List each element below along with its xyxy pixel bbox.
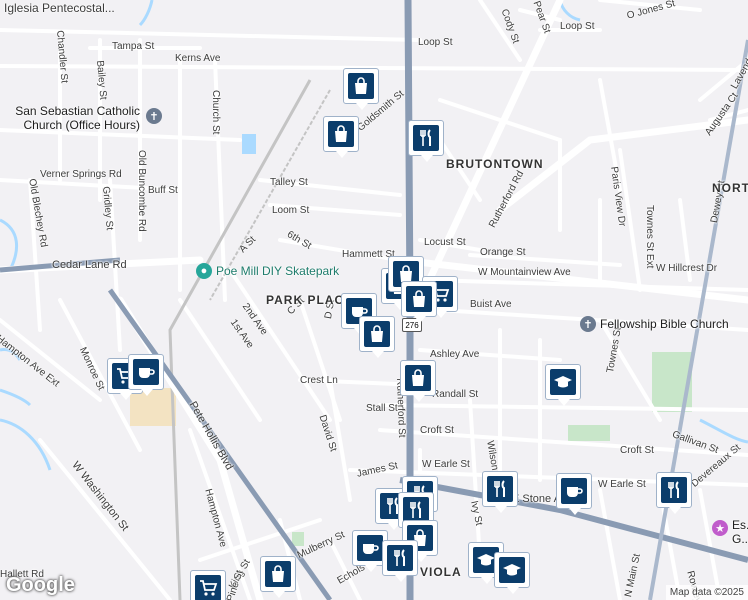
poi-label-fellowship[interactable]: Fellowship Bible Church [600, 318, 729, 330]
school-icon [477, 554, 495, 566]
street-label: W Earle St [598, 479, 646, 490]
area-label-viola: VIOLA [420, 565, 462, 579]
shopping-cart-icon [200, 580, 218, 596]
church-icon[interactable]: ✝ [580, 316, 596, 332]
street-label: Crest Ln [300, 375, 338, 386]
street-label: Tampa St [112, 41, 155, 52]
area-label-north: NORTH [712, 181, 748, 195]
street-label: Talley St [270, 177, 308, 188]
shopping-bag-marker[interactable] [400, 360, 436, 402]
street-label: Randall St [432, 389, 479, 400]
street-label: Locust St [424, 237, 466, 248]
poi-label-iglesia: Iglesia Pentecostal... [4, 1, 115, 15]
restaurant-marker[interactable] [408, 120, 444, 162]
shopping-bag-icon [272, 565, 284, 582]
shopping-bag-marker[interactable] [401, 281, 437, 323]
map-canvas[interactable]: Iglesia Pentecostal... Tampa St Kerns Av… [0, 0, 748, 600]
restaurant-icon [410, 501, 421, 518]
poi-label-san-sebastian[interactable]: San Sebastian Catholic Church (Office Ho… [0, 104, 140, 132]
shopping-bag-icon [413, 290, 425, 307]
street-label: Croft St [620, 445, 654, 456]
street-label: Townes St Ext [644, 205, 655, 269]
park-icon[interactable]: ● [196, 263, 212, 279]
street-label: Bailey St [94, 59, 109, 101]
street-label: W Hillcrest Dr [656, 263, 718, 274]
coffee-marker[interactable] [556, 473, 592, 515]
shopping-bag-marker[interactable] [260, 556, 296, 598]
poi-label-skatepark[interactable]: Poe Mill DIY Skatepark [216, 265, 339, 277]
street-label: Loom St [272, 205, 310, 216]
church-icon[interactable]: ✝ [146, 108, 162, 124]
shopping-bag-icon [412, 369, 424, 386]
street-label: Croft St [420, 425, 454, 436]
shopping-bag-marker[interactable] [343, 68, 379, 110]
shopping-bag-marker[interactable] [323, 116, 359, 158]
school-marker[interactable] [494, 552, 530, 594]
pond [242, 134, 256, 154]
school-icon [554, 376, 572, 388]
street-label: Stall St [366, 403, 398, 414]
restaurant-icon [394, 549, 405, 566]
street-label: Cedar Lane Rd [52, 259, 127, 271]
street-label: Buff St [148, 185, 178, 196]
poi-pink-icon[interactable]: ★ [712, 520, 728, 536]
shopping-cart-marker[interactable] [190, 570, 226, 600]
school-marker[interactable] [545, 364, 581, 406]
park-area [568, 425, 610, 441]
restaurant-marker[interactable] [382, 540, 418, 582]
restaurant-icon [668, 481, 679, 498]
street-label: W Mountainview Ave [478, 267, 571, 278]
street-label: Ashley Ave [430, 349, 480, 360]
street-label: Kerns Ave [175, 53, 221, 64]
coffee-icon [363, 544, 379, 554]
restaurant-marker[interactable] [482, 471, 518, 513]
area-label-brutontown: BRUTONTOWN [446, 157, 544, 171]
poi-label-es[interactable]: Es... G... [732, 518, 748, 546]
coffee-marker[interactable] [128, 354, 164, 396]
google-logo: Google [6, 574, 75, 596]
street-label: W Earle St [422, 459, 470, 470]
street-label: Orange St [480, 247, 526, 258]
restaurant-icon [494, 480, 505, 497]
shopping-bag-icon [355, 77, 367, 94]
street-label: Verner Springs Rd [40, 169, 122, 180]
shopping-bag-icon [371, 325, 383, 342]
restaurant-icon [420, 129, 431, 146]
street-label: Loop St [560, 21, 595, 32]
street-label: Church St [210, 90, 221, 135]
school-icon [503, 564, 521, 576]
coffee-icon [567, 487, 583, 497]
shopping-bag-icon [335, 125, 347, 142]
map-attribution[interactable]: Map data ©2025 [665, 585, 748, 600]
street-label: Buist Ave [470, 299, 512, 310]
park-area [292, 532, 304, 546]
coffee-icon [139, 368, 155, 378]
street-label: Hammett St [342, 249, 395, 260]
shopping-bag-marker[interactable] [359, 316, 395, 358]
restaurant-marker[interactable] [656, 472, 692, 514]
street-label: Loop St [418, 37, 453, 48]
street-label: Old Buncombe Rd [136, 150, 147, 232]
